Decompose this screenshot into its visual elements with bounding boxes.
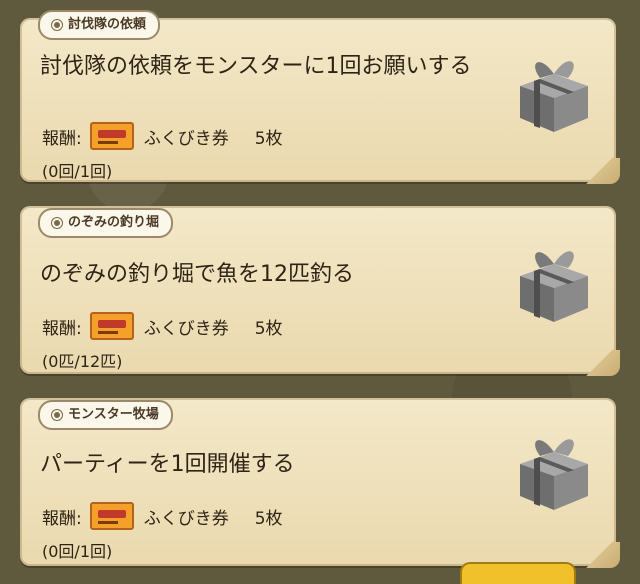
reward-quantity: 5枚 bbox=[254, 318, 283, 339]
quest-category-tag: 討伐隊の依頼 bbox=[38, 10, 161, 40]
quest-title: パーティーを1回開催する bbox=[40, 452, 295, 477]
quest-card[interactable]: モンスター牧場 パーティーを1回開催する 報酬: ふくびき券 5枚 (0回/1回… bbox=[20, 398, 620, 568]
ticket-icon bbox=[89, 502, 134, 530]
ticket-icon bbox=[89, 122, 134, 150]
quest-category-tag: のぞみの釣り堀 bbox=[38, 208, 174, 238]
quest-category-tag: モンスター牧場 bbox=[38, 400, 173, 430]
quest-reward: 報酬: ふくびき券 5枚 bbox=[42, 312, 283, 340]
quest-category-label: モンスター牧場 bbox=[68, 407, 159, 422]
tag-bullet-icon bbox=[52, 409, 62, 420]
quest-progress: (0匹/12匹) bbox=[42, 352, 123, 371]
quest-title: のぞみの釣り堀で魚を12匹釣る bbox=[40, 262, 354, 287]
reward-item: ふくびき券 bbox=[143, 128, 229, 149]
bottom-tab-button[interactable] bbox=[460, 562, 576, 584]
quest-title: 討伐隊の依頼をモンスターに1回お願いする bbox=[40, 54, 472, 79]
gift-box-icon bbox=[520, 61, 588, 132]
quest-card[interactable]: のぞみの釣り堀 のぞみの釣り堀で魚を12匹釣る 報酬: ふくびき券 5枚 (0匹… bbox=[20, 206, 620, 376]
reward-quantity: 5枚 bbox=[254, 128, 283, 149]
gift-box-icon bbox=[520, 251, 588, 322]
gift-box-icon bbox=[520, 439, 588, 510]
quest-reward: 報酬: ふくびき券 5枚 bbox=[42, 122, 283, 150]
ticket-icon bbox=[89, 312, 134, 340]
quest-card[interactable]: 討伐隊の依頼 討伐隊の依頼をモンスターに1回お願いする 報酬: ふくびき券 5枚… bbox=[20, 10, 620, 184]
quest-category-label: 討伐隊の依頼 bbox=[68, 17, 147, 32]
reward-label: 報酬: bbox=[42, 318, 82, 339]
quest-progress: (0回/1回) bbox=[42, 162, 113, 181]
reward-item: ふくびき券 bbox=[143, 508, 229, 529]
reward-label: 報酬: bbox=[42, 128, 82, 149]
quest-reward: 報酬: ふくびき券 5枚 bbox=[42, 502, 283, 530]
reward-quantity: 5枚 bbox=[254, 508, 283, 529]
quest-category-label: のぞみの釣り堀 bbox=[68, 215, 160, 230]
tag-bullet-icon bbox=[52, 19, 62, 30]
quest-progress: (0回/1回) bbox=[42, 542, 113, 561]
reward-item: ふくびき券 bbox=[143, 318, 229, 339]
tag-bullet-icon bbox=[52, 217, 62, 228]
reward-label: 報酬: bbox=[42, 508, 82, 529]
